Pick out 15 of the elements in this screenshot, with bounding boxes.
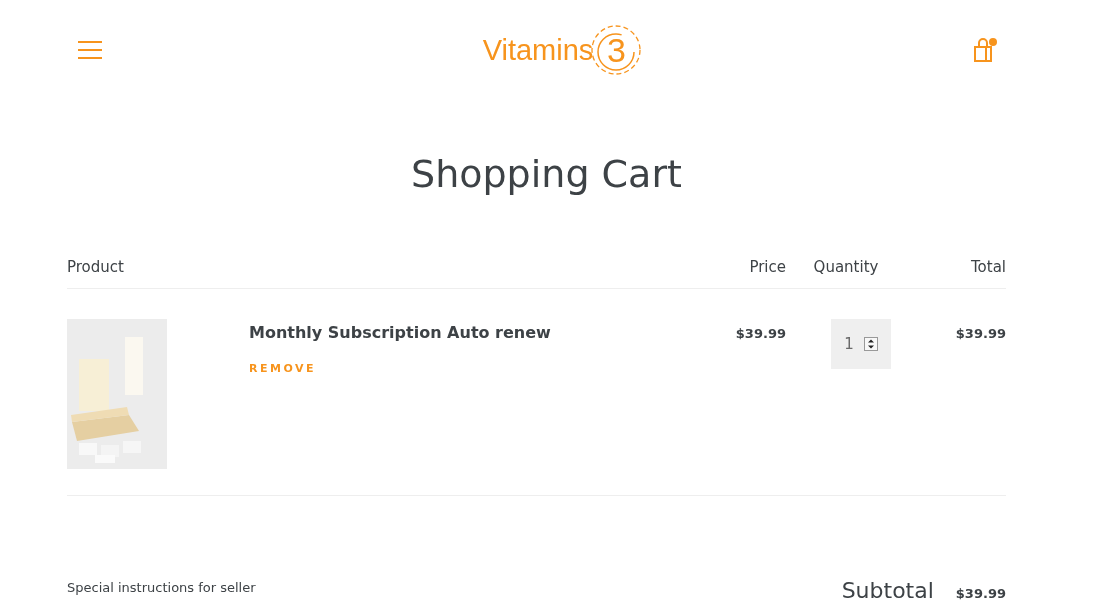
spinner-icon[interactable] [863, 337, 878, 351]
page-title: Shopping Cart [410, 152, 683, 196]
column-header: Total [969, 258, 1006, 276]
price: $39.99 [734, 326, 786, 341]
menu-icon[interactable] [78, 41, 102, 59]
column-header: Product [67, 258, 125, 276]
subtotal-label: Subtotal [841, 578, 934, 603]
product-name[interactable]: Monthly Subscription Auto renew [249, 323, 656, 342]
column-header: Quantity [812, 258, 880, 276]
cart-icon[interactable] [973, 37, 997, 63]
subtotal-amount: $39.99 [955, 586, 1006, 601]
column-header: Price [748, 258, 786, 276]
instructions-label: Special instructions for seller [67, 580, 256, 595]
quantity-field[interactable]: 1 [831, 319, 891, 369]
line-total: $39.99 [954, 326, 1006, 341]
